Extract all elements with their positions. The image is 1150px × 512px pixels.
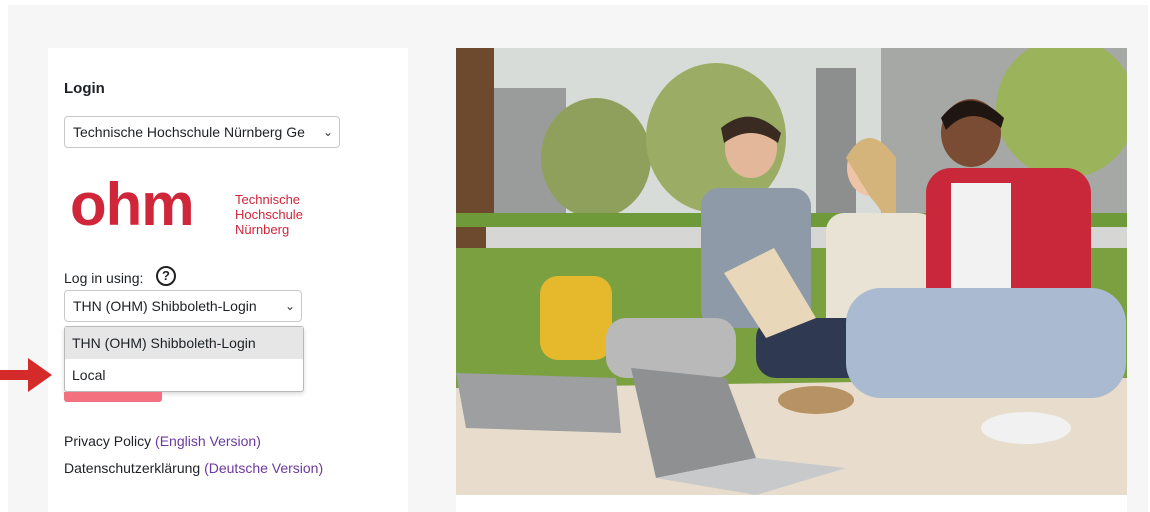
privacy-policy-text: Privacy Policy <box>64 433 152 449</box>
chevron-down-icon: ⌄ <box>284 299 295 313</box>
datenschutz-line: Datenschutzerklärung (Deutsche Version) <box>64 460 323 476</box>
login-method-dropdown: THN (OHM) Shibboleth-Login Local <box>64 326 304 392</box>
students-park-photo <box>456 48 1127 495</box>
organization-select-value: Technische Hochschule Nürnberg Ge <box>73 124 305 140</box>
logo-subtitle: Technische Hochschule Nürnberg <box>235 192 303 237</box>
hero-photo-students <box>456 48 1127 495</box>
privacy-policy-line: Privacy Policy (English Version) <box>64 433 261 449</box>
red-arrow-icon <box>0 358 52 392</box>
login-heading: Login <box>64 80 105 97</box>
hero-caption-area <box>456 495 1127 512</box>
login-using-label: Log in using: <box>64 270 144 286</box>
dropdown-option-shibboleth[interactable]: THN (OHM) Shibboleth-Login <box>65 327 303 359</box>
datenschutz-text: Datenschutzerklärung <box>64 460 201 476</box>
dropdown-option-local[interactable]: Local <box>65 359 303 391</box>
logo-wordmark: ohm <box>70 171 195 238</box>
chevron-down-icon: ⌄ <box>322 125 333 139</box>
help-icon[interactable]: ? <box>156 266 176 286</box>
login-card: Login Technische Hochschule Nürnberg Ge … <box>48 48 408 512</box>
ohm-logo: ohm Technische Hochschule Nürnberg <box>70 171 330 240</box>
logo-line: Nürnberg <box>235 222 290 237</box>
login-method-select-value: THN (OHM) Shibboleth-Login <box>73 298 257 314</box>
login-button[interactable] <box>64 392 162 402</box>
organization-select[interactable]: Technische Hochschule Nürnberg Ge ⌄ <box>64 116 340 148</box>
logo-line: Technische <box>235 192 301 207</box>
logo-line: Hochschule <box>235 207 303 222</box>
privacy-policy-link[interactable]: (English Version) <box>155 433 261 449</box>
datenschutz-link[interactable]: (Deutsche Version) <box>204 460 323 476</box>
login-method-select[interactable]: THN (OHM) Shibboleth-Login ⌄ <box>64 290 302 322</box>
